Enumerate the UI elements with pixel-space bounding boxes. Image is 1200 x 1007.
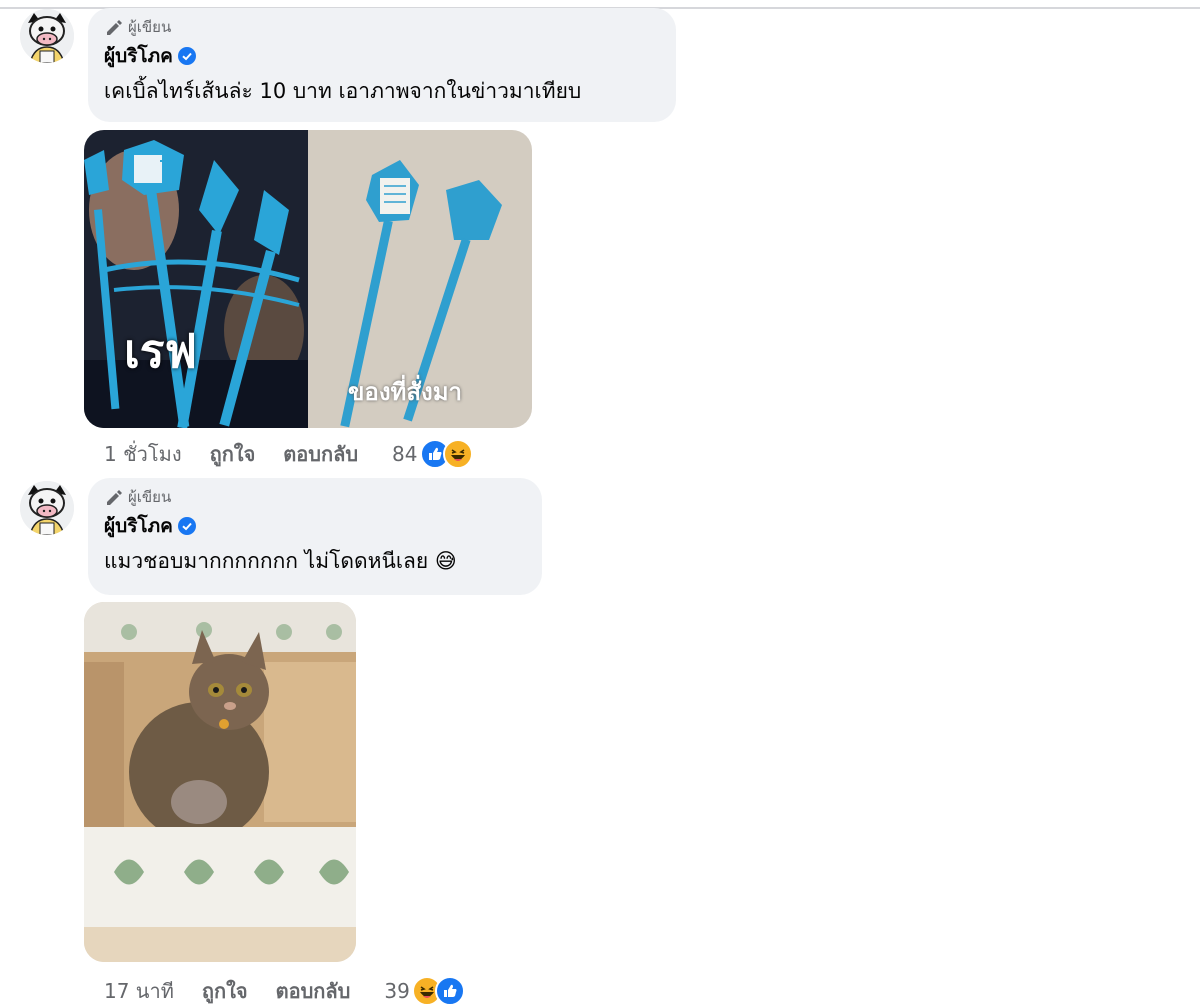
like-link[interactable]: ถูกใจ: [202, 975, 248, 1007]
comment-photo[interactable]: เรฟ ของที่สั่งมา: [84, 130, 532, 428]
reply-link[interactable]: ตอบกลับ: [276, 975, 351, 1007]
photo-caption-right: ของที่สั่งมา: [348, 378, 463, 406]
comment-bubble: ผู้เขียน ผู้บริโภค แมวชอบมากกกกกกก ไม่โด…: [88, 478, 542, 595]
like-icon: [434, 976, 465, 1006]
author-name[interactable]: ผู้บริโภค: [104, 41, 173, 71]
avatar[interactable]: [20, 9, 74, 63]
author-badge: ผู้เขียน: [104, 16, 660, 38]
comment-photo[interactable]: [84, 602, 356, 962]
avatar[interactable]: [20, 481, 74, 535]
reaction-count: 39: [384, 979, 410, 1003]
reply-link[interactable]: ตอบกลับ: [283, 438, 358, 470]
author-badge: ผู้เขียน: [104, 486, 526, 508]
photo-caption-left: เรฟ: [124, 324, 197, 378]
comment-text: แมวชอบมากกกกกกก ไม่โดดหนีเลย 😅: [104, 545, 526, 578]
comment-bubble: ผู้เขียน ผู้บริโภค เคเบิ้ลไทร์เส้นล่ะ 10…: [88, 8, 676, 122]
comment-text-body: แมวชอบมากกกกกกก ไม่โดดหนีเลย: [104, 549, 429, 573]
sweat-smile-emoji: 😅: [434, 549, 457, 573]
author-name[interactable]: ผู้บริโภค: [104, 511, 173, 541]
author-badge-label: ผู้เขียน: [128, 488, 172, 506]
verified-icon: [177, 517, 196, 535]
author-badge-label: ผู้เขียน: [128, 18, 172, 36]
comment-text: เคเบิ้ลไทร์เส้นล่ะ 10 บาท เอาภาพจากในข่า…: [104, 79, 582, 103]
comment-time[interactable]: 1 ชั่วโมง: [104, 438, 182, 470]
comment-actions: 1 ชั่วโมง ถูกใจ ตอบกลับ 84: [104, 438, 473, 470]
pencil-icon: [104, 488, 122, 506]
verified-icon: [177, 47, 196, 65]
like-link[interactable]: ถูกใจ: [210, 438, 256, 470]
pencil-icon: [104, 18, 122, 36]
comment-time[interactable]: 17 นาที: [104, 975, 174, 1007]
haha-icon: [442, 439, 473, 469]
reaction-count: 84: [392, 442, 418, 466]
reaction-summary[interactable]: 84: [392, 439, 473, 469]
comment-actions: 17 นาที ถูกใจ ตอบกลับ 39: [104, 975, 465, 1007]
reaction-summary[interactable]: 39: [384, 976, 465, 1006]
